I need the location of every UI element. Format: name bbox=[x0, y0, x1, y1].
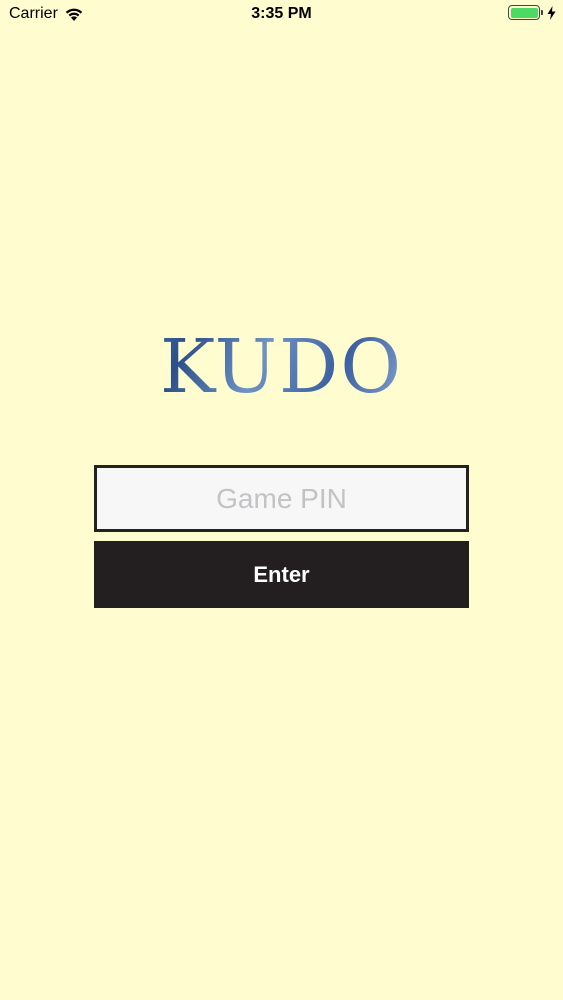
kudo-logo: KUDO bbox=[0, 327, 563, 407]
charging-bolt-icon bbox=[547, 5, 556, 20]
battery-icon bbox=[508, 5, 540, 20]
game-pin-input[interactable] bbox=[94, 465, 469, 532]
battery-indicator bbox=[508, 5, 556, 20]
battery-cap bbox=[541, 10, 543, 15]
battery-level bbox=[510, 7, 538, 18]
enter-button[interactable]: Enter bbox=[94, 541, 469, 608]
status-bar: Carrier 3:35 PM bbox=[0, 0, 563, 30]
status-time: 3:35 PM bbox=[251, 5, 312, 22]
